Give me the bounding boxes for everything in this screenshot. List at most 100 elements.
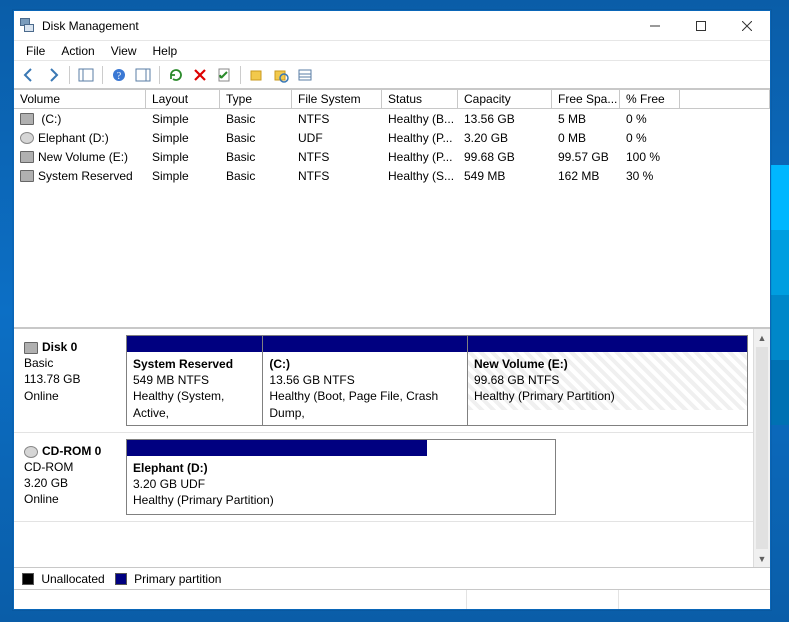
volume-name: New Volume (E:)	[38, 150, 128, 164]
volume-layout: Simple	[146, 168, 220, 184]
close-button[interactable]	[724, 11, 770, 40]
menu-file[interactable]: File	[18, 42, 53, 60]
disk-management-window: Disk Management File Action View Help	[13, 10, 771, 610]
forward-button[interactable]	[42, 64, 64, 86]
volume-list[interactable]: Volume Layout Type File System Status Ca…	[14, 89, 770, 329]
disk-title: CD-ROM 0	[42, 444, 101, 458]
partition-header	[263, 336, 467, 352]
drive-icon	[20, 151, 34, 163]
partition-size: 549 MB NTFS	[133, 372, 256, 388]
volume-fs: NTFS	[292, 111, 382, 127]
back-button[interactable]	[18, 64, 40, 86]
svg-text:?: ?	[117, 71, 122, 82]
delete-button[interactable]	[189, 64, 211, 86]
toolbar: ?	[14, 61, 770, 89]
volume-free: 99.57 GB	[552, 149, 620, 165]
menu-bar: File Action View Help	[14, 41, 770, 61]
refresh-button[interactable]	[165, 64, 187, 86]
partition[interactable]: New Volume (E:)99.68 GB NTFSHealthy (Pri…	[468, 336, 747, 425]
volume-row[interactable]: Elephant (D:) SimpleBasicUDFHealthy (P...…	[14, 128, 770, 147]
partition-name: System Reserved	[133, 356, 256, 372]
partition-header	[127, 440, 427, 456]
disk-row: Disk 0Basic113.78 GBOnlineSystem Reserve…	[14, 329, 770, 433]
volume-status: Healthy (B...	[382, 111, 458, 127]
volume-type: Basic	[220, 168, 292, 184]
col-free-space[interactable]: Free Spa...	[552, 90, 620, 108]
app-title: Disk Management	[42, 19, 139, 33]
settings-button[interactable]	[294, 64, 316, 86]
disk-map: Disk 0Basic113.78 GBOnlineSystem Reserve…	[14, 329, 770, 567]
partition-name: Elephant (D:)	[133, 460, 421, 476]
volume-name: Elephant (D:)	[38, 131, 109, 145]
partition-status: Healthy (Boot, Page File, Crash Dump,	[269, 388, 461, 420]
maximize-button[interactable]	[678, 11, 724, 40]
volume-fs: UDF	[292, 130, 382, 146]
drive-icon	[20, 113, 34, 125]
partition-name: New Volume (E:)	[474, 356, 741, 372]
partition-container: Elephant (D:)3.20 GB UDFHealthy (Primary…	[126, 439, 556, 515]
disk-kind: CD-ROM	[24, 459, 120, 475]
volume-fs: NTFS	[292, 168, 382, 184]
disk-info[interactable]: CD-ROM 0CD-ROM3.20 GBOnline	[18, 439, 126, 515]
legend-primary: Primary partition	[115, 572, 222, 586]
col-volume[interactable]: Volume	[14, 90, 146, 108]
disk-info[interactable]: Disk 0Basic113.78 GBOnline	[18, 335, 126, 426]
vertical-scrollbar[interactable]: ▲ ▼	[753, 329, 770, 567]
disk-row: CD-ROM 0CD-ROM3.20 GBOnlineElephant (D:)…	[14, 433, 770, 522]
help-topics-button[interactable]: ?	[108, 64, 130, 86]
col-capacity[interactable]: Capacity	[458, 90, 552, 108]
volume-status: Healthy (P...	[382, 130, 458, 146]
scroll-thumb[interactable]	[756, 347, 768, 549]
partition[interactable]: Elephant (D:)3.20 GB UDFHealthy (Primary…	[127, 440, 427, 514]
legend: Unallocated Primary partition	[14, 567, 770, 589]
col-file-system[interactable]: File System	[292, 90, 382, 108]
app-icon	[20, 18, 36, 34]
volume-layout: Simple	[146, 149, 220, 165]
volume-layout: Simple	[146, 130, 220, 146]
menu-help[interactable]: Help	[145, 42, 186, 60]
menu-action[interactable]: Action	[53, 42, 102, 60]
partition-name: (C:)	[269, 356, 461, 372]
titlebar[interactable]: Disk Management	[14, 11, 770, 41]
legend-unallocated: Unallocated	[22, 572, 105, 586]
drive-icon	[24, 342, 38, 354]
volume-row[interactable]: (C:)SimpleBasicNTFSHealthy (B...13.56 GB…	[14, 109, 770, 128]
scroll-up-icon[interactable]: ▲	[754, 329, 770, 346]
cd-icon	[24, 446, 38, 458]
volume-name: System Reserved	[38, 169, 133, 183]
volume-pct: 30 %	[620, 168, 680, 184]
volume-capacity: 99.68 GB	[458, 149, 552, 165]
partition[interactable]: System Reserved549 MB NTFSHealthy (Syste…	[127, 336, 263, 425]
properties-button[interactable]	[213, 64, 235, 86]
rescan-disks-button[interactable]	[270, 64, 292, 86]
volume-status: Healthy (S...	[382, 168, 458, 184]
partition[interactable]: (C:)13.56 GB NTFSHealthy (Boot, Page Fil…	[263, 336, 468, 425]
col-type[interactable]: Type	[220, 90, 292, 108]
disk-kind: Basic	[24, 355, 120, 371]
partition-size: 3.20 GB UDF	[133, 476, 421, 492]
partition-status: Healthy (Primary Partition)	[474, 388, 741, 404]
volume-capacity: 3.20 GB	[458, 130, 552, 146]
minimize-button[interactable]	[632, 11, 678, 40]
show-hide-console-tree-button[interactable]	[75, 64, 97, 86]
volume-row[interactable]: System Reserved SimpleBasicNTFSHealthy (S…	[14, 166, 770, 185]
volume-type: Basic	[220, 130, 292, 146]
volume-capacity: 549 MB	[458, 168, 552, 184]
col-status[interactable]: Status	[382, 90, 458, 108]
partition-header	[127, 336, 262, 352]
volume-list-header[interactable]: Volume Layout Type File System Status Ca…	[14, 89, 770, 109]
col-layout[interactable]: Layout	[146, 90, 220, 108]
partition-container: System Reserved549 MB NTFSHealthy (Syste…	[126, 335, 748, 426]
disk-size: 3.20 GB	[24, 475, 120, 491]
menu-view[interactable]: View	[103, 42, 145, 60]
volume-type: Basic	[220, 149, 292, 165]
action-pane-button[interactable]	[132, 64, 154, 86]
volume-free: 0 MB	[552, 130, 620, 146]
swatch-unallocated-icon	[22, 573, 34, 585]
scroll-down-icon[interactable]: ▼	[754, 550, 770, 567]
partition-status: Healthy (System, Active,	[133, 388, 256, 420]
volume-row[interactable]: New Volume (E:)SimpleBasicNTFSHealthy (P…	[14, 147, 770, 166]
new-volume-button[interactable]	[246, 64, 268, 86]
col-pct-free[interactable]: % Free	[620, 90, 680, 108]
partition-header	[468, 336, 747, 352]
